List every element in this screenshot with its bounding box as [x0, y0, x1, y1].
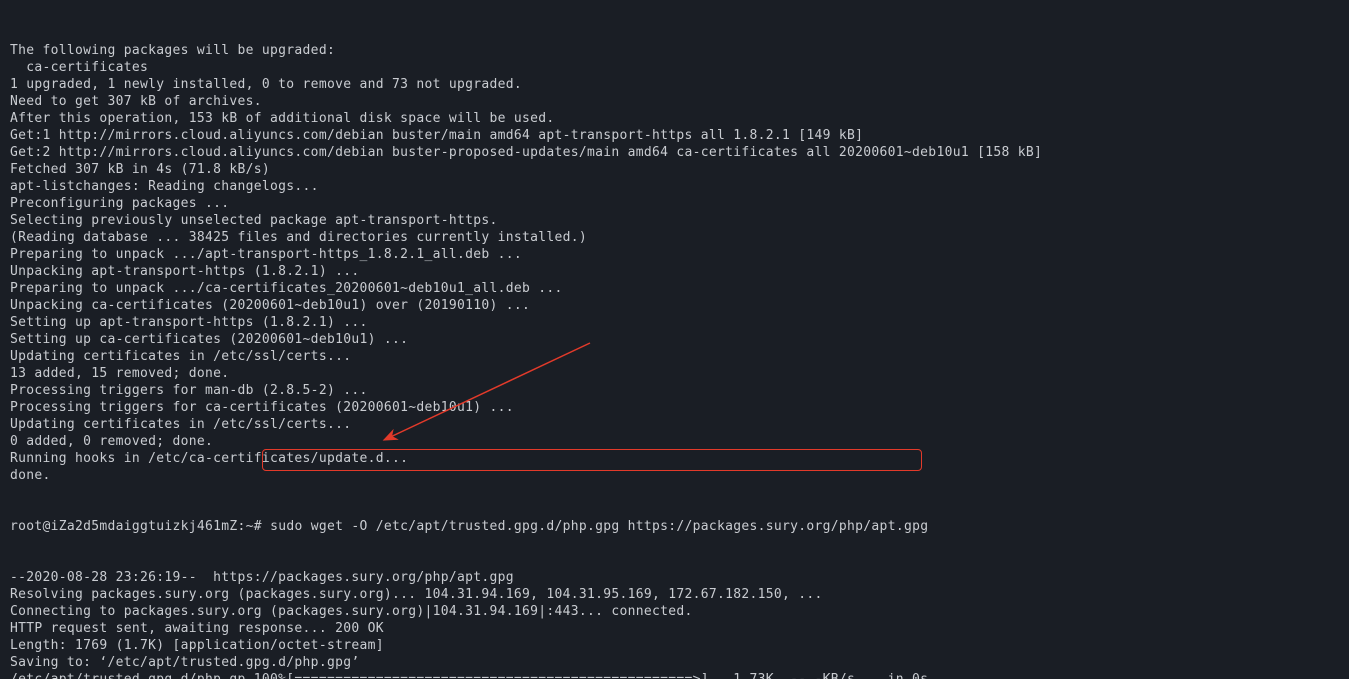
terminal-line: Unpacking apt-transport-https (1.8.2.1) …: [10, 263, 1339, 280]
terminal-line: Connecting to packages.sury.org (package…: [10, 603, 1339, 620]
terminal-window[interactable]: The following packages will be upgraded:…: [0, 0, 1349, 679]
terminal-line: 1 upgraded, 1 newly installed, 0 to remo…: [10, 76, 1339, 93]
terminal-line: done.: [10, 467, 1339, 484]
terminal-line: HTTP request sent, awaiting response... …: [10, 620, 1339, 637]
terminal-line: /etc/apt/trusted.gpg.d/php.gp 100%[=====…: [10, 671, 1339, 679]
shell-prompt-1: root@iZa2d5mdaiggtuizkj461mZ:~#: [10, 518, 270, 535]
terminal-line: apt-listchanges: Reading changelogs...: [10, 178, 1339, 195]
terminal-line: Updating certificates in /etc/ssl/certs.…: [10, 348, 1339, 365]
terminal-line: 13 added, 15 removed; done.: [10, 365, 1339, 382]
terminal-line: Processing triggers for ca-certificates …: [10, 399, 1339, 416]
terminal-line: Get:2 http://mirrors.cloud.aliyuncs.com/…: [10, 144, 1339, 161]
terminal-line: Preparing to unpack .../ca-certificates_…: [10, 280, 1339, 297]
terminal-line: Setting up apt-transport-https (1.8.2.1)…: [10, 314, 1339, 331]
terminal-line: Unpacking ca-certificates (20200601~deb1…: [10, 297, 1339, 314]
terminal-line: 0 added, 0 removed; done.: [10, 433, 1339, 450]
terminal-line: The following packages will be upgraded:: [10, 42, 1339, 59]
terminal-line: Need to get 307 kB of archives.: [10, 93, 1339, 110]
terminal-output-block-2: --2020-08-28 23:26:19-- https://packages…: [10, 569, 1339, 679]
terminal-line: Running hooks in /etc/ca-certificates/up…: [10, 450, 1339, 467]
terminal-line: After this operation, 153 kB of addition…: [10, 110, 1339, 127]
terminal-line: Fetched 307 kB in 4s (71.8 kB/s): [10, 161, 1339, 178]
terminal-line: Selecting previously unselected package …: [10, 212, 1339, 229]
terminal-line: Resolving packages.sury.org (packages.su…: [10, 586, 1339, 603]
command-line-1: root@iZa2d5mdaiggtuizkj461mZ:~# sudo wge…: [10, 518, 1339, 535]
terminal-line: (Reading database ... 38425 files and di…: [10, 229, 1339, 246]
terminal-line: Setting up ca-certificates (20200601~deb…: [10, 331, 1339, 348]
terminal-output-block-1: The following packages will be upgraded:…: [10, 42, 1339, 484]
terminal-line: Get:1 http://mirrors.cloud.aliyuncs.com/…: [10, 127, 1339, 144]
highlighted-command: sudo wget -O /etc/apt/trusted.gpg.d/php.…: [270, 518, 928, 535]
terminal-line: Preconfiguring packages ...: [10, 195, 1339, 212]
terminal-line: Saving to: ‘/etc/apt/trusted.gpg.d/php.g…: [10, 654, 1339, 671]
terminal-line: Processing triggers for man-db (2.8.5-2)…: [10, 382, 1339, 399]
terminal-line: ca-certificates: [10, 59, 1339, 76]
terminal-line: --2020-08-28 23:26:19-- https://packages…: [10, 569, 1339, 586]
terminal-line: Preparing to unpack .../apt-transport-ht…: [10, 246, 1339, 263]
terminal-line: Length: 1769 (1.7K) [application/octet-s…: [10, 637, 1339, 654]
terminal-line: Updating certificates in /etc/ssl/certs.…: [10, 416, 1339, 433]
